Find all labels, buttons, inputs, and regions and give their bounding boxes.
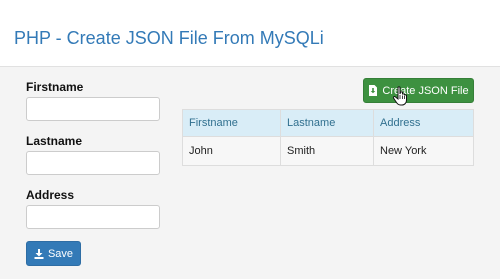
page-title: PHP - Create JSON File From MySQLi [14,28,324,48]
table-header-row: Firstname Lastname Address [182,109,474,137]
column-header-lastname: Lastname [280,109,374,137]
column-header-address: Address [373,109,474,137]
address-label: Address [26,188,75,202]
firstname-label: Firstname [26,80,84,94]
table-row: John Smith New York [182,136,474,166]
download-icon [34,248,44,259]
save-button[interactable]: Save [26,241,81,266]
members-table: Firstname Lastname Address John Smith Ne… [182,109,474,166]
table-cell-address: New York [373,136,474,166]
page: PHP - Create JSON File From MySQLi First… [0,0,500,279]
page-header: PHP - Create JSON File From MySQLi [0,0,500,67]
table-cell-lastname: Smith [280,136,374,166]
address-input[interactable] [26,205,160,229]
firstname-input[interactable] [26,97,160,121]
lastname-label: Lastname [26,134,83,148]
lastname-input[interactable] [26,151,160,175]
create-json-file-button[interactable]: Create JSON File [363,78,474,103]
table-cell-firstname: John [182,136,281,166]
create-json-file-label: Create JSON File [382,84,469,97]
file-download-icon [368,85,378,96]
column-header-firstname: Firstname [182,109,281,137]
save-button-label: Save [47,247,74,260]
